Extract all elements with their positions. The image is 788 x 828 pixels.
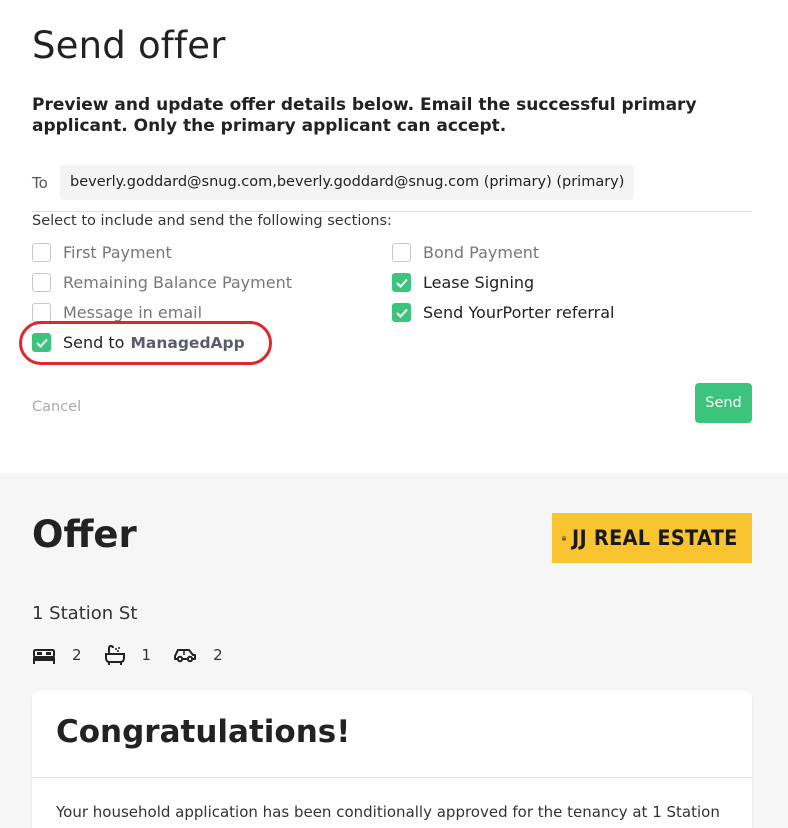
highlight-annotation <box>19 321 272 365</box>
option-yourporter-referral[interactable]: Send YourPorter referral <box>392 303 614 322</box>
bed-icon <box>33 649 55 664</box>
agency-logo: JJ REAL ESTATE <box>552 513 752 563</box>
option-first-payment[interactable]: First Payment <box>32 243 172 262</box>
send-offer-panel: Send offer Preview and update offer deta… <box>0 0 788 473</box>
first-payment-label: First Payment <box>63 243 172 262</box>
bath-icon <box>104 645 125 665</box>
agency-logo-text: JJ REAL ESTATE <box>571 526 738 550</box>
yourporter-referral-label: Send YourPorter referral <box>423 303 615 322</box>
offer-title: Offer <box>32 513 137 556</box>
page-description: Preview and update offer details below. … <box>32 95 697 136</box>
property-address: 1 Station St <box>32 603 138 624</box>
message-in-email-label: Message in email <box>63 303 203 322</box>
bathrooms-feature: 1 <box>104 645 152 665</box>
car-icon <box>174 649 197 663</box>
bedrooms-count: 2 <box>72 646 82 664</box>
option-remaining-balance[interactable]: Remaining Balance Payment <box>32 273 292 292</box>
bond-payment-checkbox[interactable] <box>392 243 411 262</box>
page-title: Send offer <box>32 24 226 67</box>
cancel-button[interactable]: Cancel <box>32 399 81 415</box>
send-button[interactable]: Send <box>695 383 752 423</box>
offer-card: Congratulations! Your household applicat… <box>32 690 752 828</box>
remaining-balance-checkbox[interactable] <box>32 273 51 292</box>
congratulations-heading: Congratulations! <box>56 714 351 750</box>
remaining-balance-label: Remaining Balance Payment <box>63 273 292 292</box>
yourporter-referral-checkbox[interactable] <box>392 303 411 322</box>
house-icon <box>562 535 566 541</box>
to-label: To <box>32 174 48 192</box>
sections-label: Select to include and send the following… <box>32 213 392 229</box>
offer-card-body: Your household application has been cond… <box>56 803 720 821</box>
bathrooms-count: 1 <box>141 646 152 664</box>
option-message-in-email[interactable]: Message in email <box>32 303 202 322</box>
bedrooms-feature: 2 <box>32 646 82 664</box>
lease-signing-label: Lease Signing <box>423 273 535 292</box>
recipient-email-field[interactable]: beverly.goddard@snug.com,beverly.goddard… <box>60 165 635 200</box>
option-lease-signing[interactable]: Lease Signing <box>392 273 534 292</box>
parking-feature: 2 <box>173 646 223 664</box>
option-bond-payment[interactable]: Bond Payment <box>392 243 539 262</box>
message-in-email-checkbox[interactable] <box>32 303 51 322</box>
property-features: 2 1 2 <box>32 645 245 665</box>
first-payment-checkbox[interactable] <box>32 243 51 262</box>
parking-count: 2 <box>213 646 223 664</box>
lease-signing-checkbox[interactable] <box>392 273 411 292</box>
offer-card-header: Congratulations! <box>32 690 752 778</box>
bond-payment-label: Bond Payment <box>423 243 540 262</box>
